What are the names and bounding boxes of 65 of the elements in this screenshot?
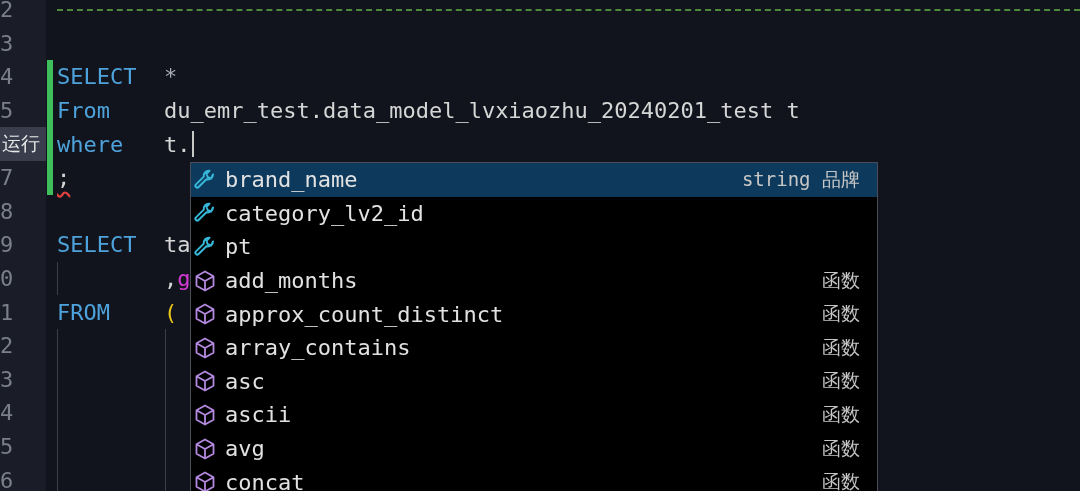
line-number: 5	[0, 434, 14, 459]
suggestion-detail: 函数	[822, 301, 860, 327]
suggestion-item[interactable]: add_months 函数	[191, 263, 877, 298]
cube-icon	[193, 369, 217, 394]
line-number: 0	[0, 266, 14, 292]
cube-icon	[193, 436, 217, 461]
cube-icon	[193, 470, 217, 491]
sql-keyword: SELECT	[57, 64, 137, 90]
code-text: (	[164, 299, 178, 325]
suggestion-label: category_lv2_id	[225, 200, 424, 226]
line-number: 6	[0, 467, 14, 491]
line-number: 9	[0, 232, 14, 258]
code-text: du_emr_test.data_model_lvxiaozhu_20240201_test t	[164, 98, 800, 124]
suggestion-label: asc	[225, 368, 265, 394]
sql-keyword: FROM	[57, 299, 110, 325]
sql-keyword: where	[57, 131, 124, 157]
line-number: 3	[0, 30, 14, 56]
suggestion-item[interactable]: category_lv2_id	[191, 196, 877, 231]
suggestion-item[interactable]: approx_count_distinct 函数	[191, 297, 877, 331]
suggestion-label: ascii	[225, 402, 292, 428]
code-text: ;	[57, 165, 71, 191]
suggestion-detail: string 品牌	[741, 166, 860, 192]
code-text: t.	[164, 131, 191, 157]
suggestion-label: add_months	[225, 268, 358, 294]
suggestion-label: array_contains	[225, 335, 411, 361]
line-number: 4	[0, 400, 14, 426]
code-text: g	[177, 266, 191, 292]
suggestion-item[interactable]: concat 函数	[191, 465, 877, 491]
suggestion-item[interactable]: avg 函数	[191, 431, 877, 466]
suggestion-detail: 函数	[822, 267, 860, 293]
wrench-icon	[193, 235, 217, 259]
line-number: 7	[0, 165, 14, 191]
line-number: 2	[0, 333, 14, 359]
wrench-icon	[193, 167, 217, 192]
cube-icon	[193, 402, 217, 427]
sql-keyword: SELECT	[57, 232, 137, 258]
cube-icon	[193, 268, 217, 293]
suggestion-item[interactable]: pt	[191, 230, 877, 264]
code-text: ta	[164, 232, 191, 258]
line-number: 1	[0, 299, 14, 325]
suggestion-detail: 函数	[822, 401, 860, 427]
line-number: 8	[0, 198, 14, 224]
code-text: ,	[164, 266, 178, 292]
code-text: *	[164, 64, 178, 90]
suggestion-label: brand_name	[225, 167, 358, 193]
suggestion-detail: 函数	[822, 334, 860, 360]
line-number: 3	[0, 366, 14, 392]
suggestion-detail: 函数	[822, 469, 860, 491]
sql-keyword: From	[57, 98, 110, 124]
suggestion-item[interactable]: asc 函数	[191, 364, 877, 399]
cube-icon	[193, 302, 217, 327]
suggestion-item[interactable]: brand_name string 品牌	[191, 163, 877, 197]
cube-icon	[193, 335, 217, 360]
suggestion-item[interactable]: ascii 函数	[191, 398, 877, 432]
suggestion-label: pt	[225, 234, 252, 260]
suggestion-label: avg	[225, 436, 265, 462]
suggestion-label: approx_count_distinct	[225, 301, 504, 327]
line-number: 2	[0, 0, 14, 23]
line-number: 4	[0, 64, 14, 90]
suggestion-detail: 函数	[822, 435, 860, 461]
suggestion-item[interactable]: array_contains 函数	[191, 330, 877, 365]
run-label[interactable]: 运行	[0, 127, 46, 161]
line-number: 5	[0, 98, 14, 124]
suggestion-label: concat	[225, 469, 305, 491]
suggestion-detail: 函数	[822, 368, 860, 394]
